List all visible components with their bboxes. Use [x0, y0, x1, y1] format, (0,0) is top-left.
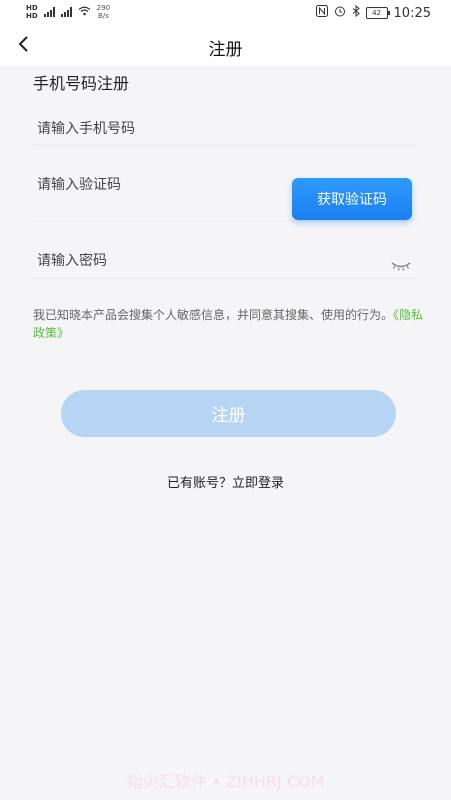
clock-time: 10:25 [393, 5, 431, 21]
status-bar-left: HD HD 290 B/s [26, 4, 110, 20]
register-page: HD HD 290 B/s 42 10:25 注册 手机号码注册 请输入手机号码… [0, 0, 451, 800]
signal-icon-2 [60, 7, 72, 17]
wifi-icon [78, 6, 91, 19]
status-bar-right: 42 10:25 [315, 4, 431, 21]
net-speed: 290 B/s [97, 4, 110, 20]
alarm-icon [334, 5, 346, 21]
login-link[interactable]: 已有账号？立即登录 [0, 472, 451, 491]
battery-icon: 42 [365, 7, 390, 19]
battery-level: 42 [372, 9, 381, 17]
nfc-icon [315, 5, 328, 21]
phone-input[interactable] [33, 121, 291, 137]
bluetooth-icon [352, 4, 360, 21]
code-input[interactable] [33, 177, 291, 193]
eye-closed-icon[interactable] [390, 257, 412, 271]
password-field [33, 250, 417, 279]
agreement-text: 我已知晓本产品会搜集个人敏感信息，并同意其搜集、使用的行为。《隐私政策》 [33, 306, 425, 342]
signal-icon [43, 7, 55, 17]
password-input[interactable] [33, 253, 291, 269]
get-code-button[interactable]: 获取验证码 [292, 178, 412, 220]
nav-bar: 注册 [0, 26, 451, 66]
section-title: 手机号码注册 [33, 74, 130, 93]
status-bar: HD HD 290 B/s 42 10:25 [0, 0, 451, 26]
watermark: 指尖汇软件 • ZIHHRJ.COM [126, 772, 325, 791]
phone-field [33, 118, 417, 145]
page-title: 注册 [208, 40, 243, 60]
agreement-body: 我已知晓本产品会搜集个人敏感信息，并同意其搜集、使用的行为。 [33, 308, 394, 322]
net-speed-unit: B/s [97, 12, 109, 20]
hd-signal-icon: HD HD [26, 4, 38, 20]
net-speed-value: 290 [96, 4, 111, 12]
register-button[interactable]: 注册 [61, 390, 396, 437]
